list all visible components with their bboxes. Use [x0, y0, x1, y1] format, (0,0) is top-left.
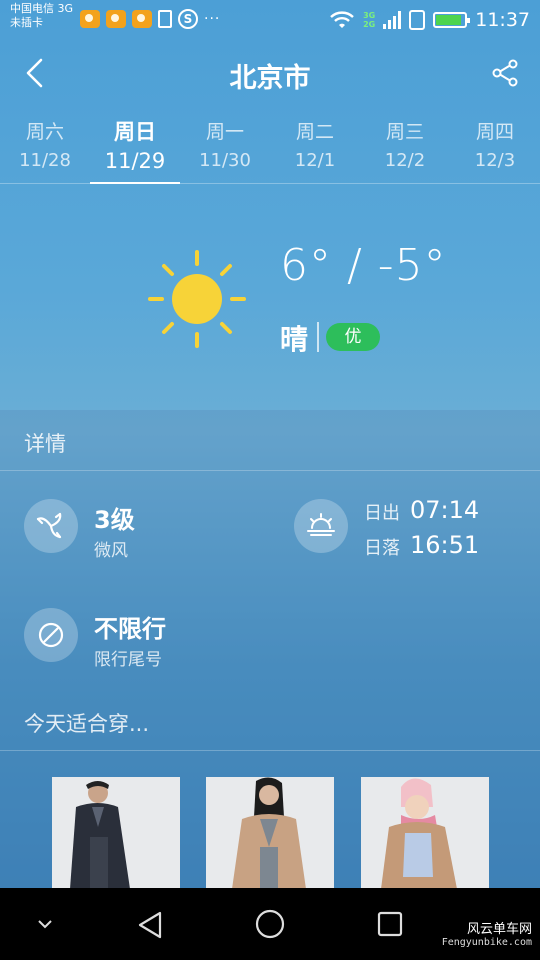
wind-level: 3级 [94, 506, 135, 534]
day-date: 11/28 [19, 150, 71, 171]
clothing-photo-child[interactable] [361, 777, 489, 889]
square-recents-icon [377, 911, 403, 937]
no-restriction-icon [38, 622, 64, 648]
uc-browser-icon [132, 10, 152, 28]
triangle-back-icon [138, 911, 162, 939]
status-indicators: 3G 2G 11:37 [329, 6, 530, 34]
day-name: 周三 [385, 121, 424, 143]
sunrise-icon [307, 513, 335, 536]
clothing-photo-woman[interactable] [206, 777, 334, 889]
network-type: 3G 2G [363, 11, 375, 29]
clock: 11:37 [475, 9, 530, 31]
sunrise-time: 07:14 [410, 496, 480, 524]
share-button[interactable] [490, 58, 520, 88]
sunrise-icon-circle [294, 499, 348, 553]
clothing-title: 今天适合穿... [24, 712, 150, 736]
condition-divider [317, 322, 319, 352]
sun-icon [148, 250, 246, 348]
day-name: 周一 [205, 121, 244, 143]
weather-condition: 晴 [280, 323, 309, 356]
day-date: 12/1 [294, 150, 336, 171]
wifi-icon [330, 11, 354, 28]
chevron-down-icon [38, 920, 52, 929]
divider [0, 750, 540, 751]
network-2g: 2G [363, 20, 376, 29]
sunset-time: 16:51 [410, 531, 480, 559]
recents-nav-button[interactable] [376, 910, 404, 938]
sogou-icon: S [178, 9, 198, 29]
network-3g: 3G [363, 11, 376, 20]
signal-icon [383, 11, 402, 29]
status-bar: 中国电信 3G 未插卡 S ··· 3G 2G 11:37 [0, 0, 540, 40]
tab-day-4[interactable]: 周三 12/2 [360, 118, 450, 176]
battery-icon [433, 12, 471, 28]
temperature-range: 6° / -5° [280, 240, 447, 291]
sunset-label: 日落 [364, 538, 400, 559]
woman-coat-photo [206, 777, 334, 889]
day-name: 周日 [114, 120, 156, 144]
clothing-photo-man[interactable] [52, 777, 180, 889]
uc-browser-icon [106, 10, 126, 28]
sim-status: 未插卡 [10, 16, 43, 29]
wind-icon [36, 512, 62, 539]
restriction-desc: 限行尾号 [94, 650, 162, 670]
wind-desc: 微风 [94, 541, 128, 561]
sunrise-label: 日出 [364, 503, 400, 524]
day-tabs: 周六 11/28 周日 11/29 周一 11/30 周二 12/1 周三 12… [0, 118, 540, 184]
uc-browser-icon [80, 10, 100, 28]
back-nav-button[interactable] [136, 910, 164, 940]
day-date: 11/29 [104, 149, 166, 173]
active-tab-indicator [90, 182, 180, 184]
notification-icons: S ··· [80, 8, 220, 30]
restriction-icon-circle [24, 608, 78, 662]
watermark-title: 风云单车网 [466, 922, 532, 937]
man-coat-photo [52, 777, 180, 889]
day-date: 12/2 [384, 150, 426, 171]
back-button[interactable] [22, 58, 48, 88]
details-title: 详情 [24, 432, 66, 456]
day-name: 周二 [295, 121, 334, 143]
circle-home-icon [255, 909, 285, 939]
watermark-url: Fengyunbike.com [441, 937, 532, 948]
battery-fill [436, 15, 462, 25]
day-date: 11/30 [199, 150, 251, 171]
day-date: 12/3 [474, 150, 516, 171]
watermark: 风云单车网 Fengyunbike.com [430, 918, 532, 948]
divider [0, 470, 540, 471]
day-name: 周六 [25, 121, 64, 143]
home-nav-button[interactable] [254, 908, 286, 940]
day-name: 周四 [475, 121, 514, 143]
tab-day-3[interactable]: 周二 12/1 [270, 118, 360, 176]
tab-day-1[interactable]: 周日 11/29 [90, 118, 180, 176]
aqi-badge[interactable]: 优 [326, 323, 380, 351]
hide-nav-button[interactable] [36, 918, 54, 930]
tab-day-2[interactable]: 周一 11/30 [180, 118, 270, 176]
phone-icon [409, 10, 426, 30]
restriction-status: 不限行 [94, 615, 166, 643]
city-title: 北京市 [229, 63, 311, 94]
share-icon [492, 59, 518, 87]
chevron-left-icon [26, 58, 43, 88]
carrier-name: 中国电信 3G [10, 2, 74, 15]
carrier-info: 中国电信 3G 未插卡 [10, 2, 73, 30]
wind-icon-circle [24, 499, 78, 553]
child-coat-photo [361, 777, 489, 889]
more-notifications-icon: ··· [204, 11, 221, 27]
tab-day-5[interactable]: 周四 12/3 [450, 118, 540, 176]
tab-day-0[interactable]: 周六 11/28 [0, 118, 90, 176]
sim-card-icon [158, 10, 172, 28]
